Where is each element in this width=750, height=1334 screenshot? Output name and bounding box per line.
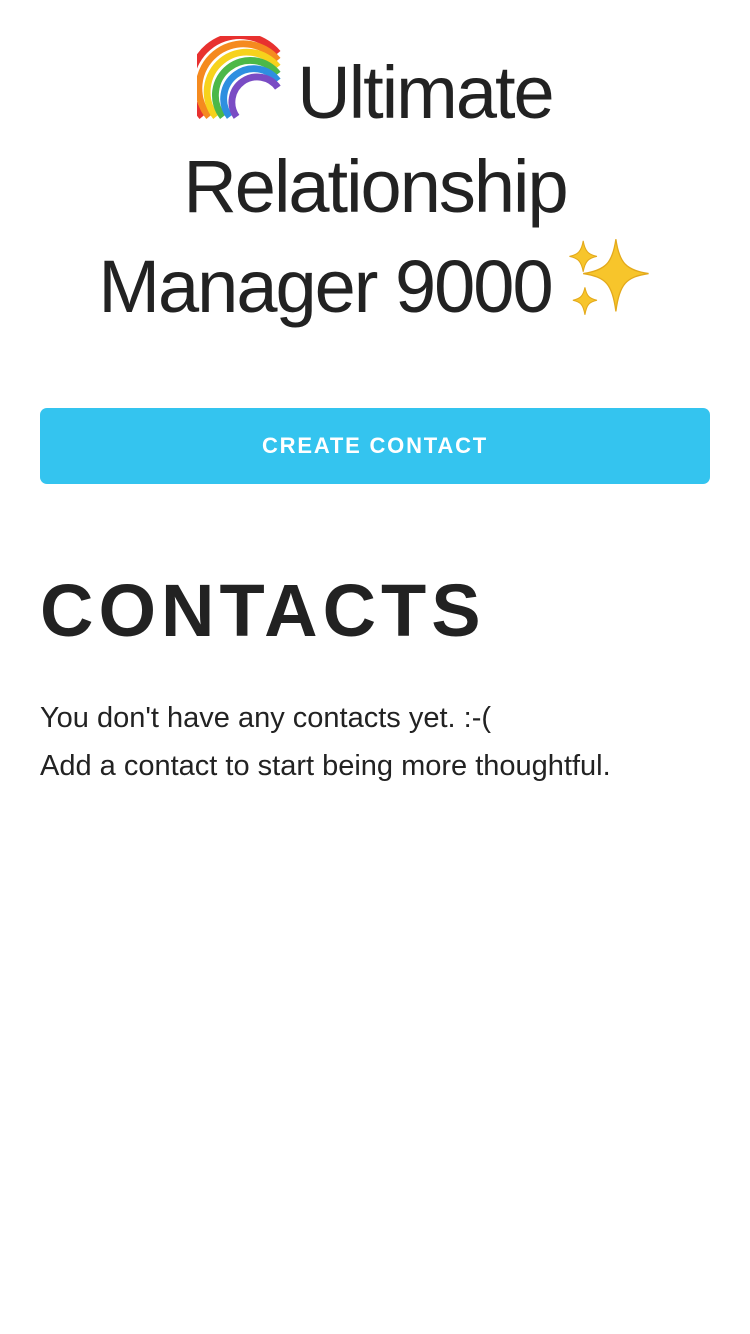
app-page: Ultimate Relationship Manager 9000 CREAT…: [0, 0, 750, 1334]
empty-message-line-1: You don't have any contacts yet. :-(: [40, 702, 492, 734]
contacts-heading: CONTACTS: [40, 569, 486, 652]
app-title-line-3: Manager 9000: [40, 234, 710, 334]
app-title: Ultimate Relationship Manager 9000: [40, 36, 710, 334]
empty-message-line-2: Add a contact to start being more though…: [40, 750, 611, 782]
sparkles-icon: [568, 239, 649, 315]
app-title-text-1: Ultimate: [297, 51, 554, 134]
app-title-text-3: Manager 9000: [98, 245, 553, 328]
create-contact-button[interactable]: CREATE CONTACT: [40, 408, 710, 484]
rainbow-icon: [197, 36, 281, 120]
app-title-line-2: Relationship: [183, 145, 568, 228]
app-title-line-1: Ultimate: [40, 36, 710, 140]
empty-contacts-message: You don't have any contacts yet. :-( Add…: [40, 694, 710, 790]
